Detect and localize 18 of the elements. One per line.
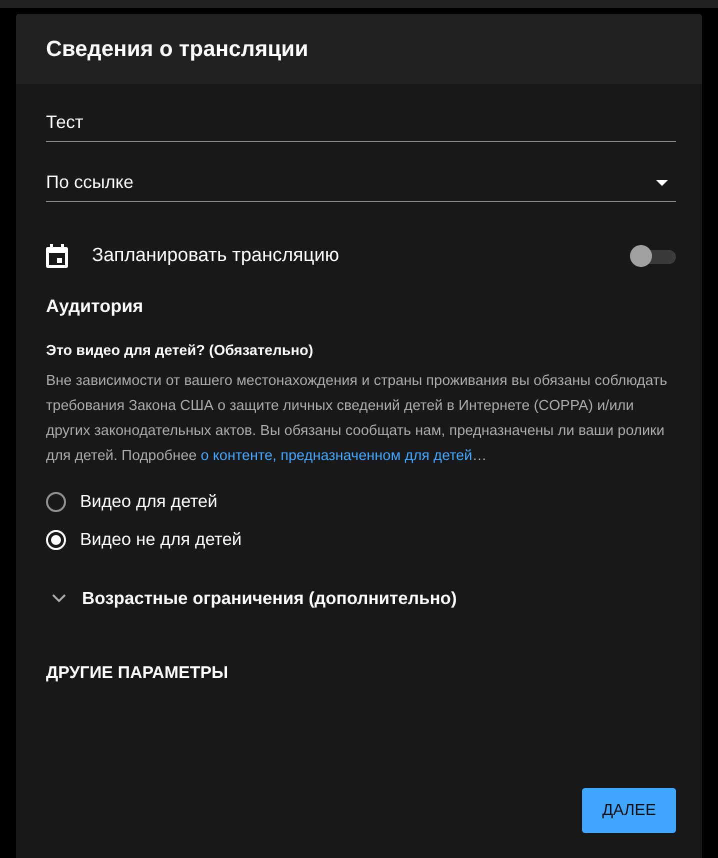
radio-option[interactable]: Видео для детей xyxy=(46,491,218,512)
radio-indicator[interactable] xyxy=(46,492,66,512)
title-field[interactable]: Тест xyxy=(46,106,676,142)
section-heading: Аудитория xyxy=(46,296,144,317)
radio-option[interactable]: Видео не для детей xyxy=(46,529,242,550)
next-button[interactable]: ДАЛЕЕ xyxy=(582,788,676,833)
info-link[interactable]: о контенте, предназначенном для детей xyxy=(200,448,472,464)
age-restrictions-expander[interactable]: Возрастные ограничения (дополнительно) xyxy=(46,588,457,609)
calendar-icon xyxy=(46,244,68,268)
section-heading: ДРУГИЕ ПАРАМЕТРЫ xyxy=(46,663,230,683)
dialog-title: Сведения о трансляции xyxy=(46,36,308,62)
question-label: Это видео для детей? (Обязательно) xyxy=(46,343,314,359)
schedule-toggle[interactable] xyxy=(630,245,676,267)
description-text: Вне зависимости от вашего местонахождения и страны проживания вы обязаны соблюдать требования Закона США о защите личных сведений детей в Интернете (COPPA) и/или других законодательных актов. Вы обязаны сообщать нам, предназначены ли ваши ролики для детей. Подробнее о контенте, предназначенном для детей… xyxy=(46,372,668,466)
visibility-dropdown[interactable]: По ссылке xyxy=(46,166,676,202)
caret-icon xyxy=(656,180,668,186)
schedule-label: Запланировать трансляцию xyxy=(92,245,340,267)
chevron-icon xyxy=(52,594,66,603)
